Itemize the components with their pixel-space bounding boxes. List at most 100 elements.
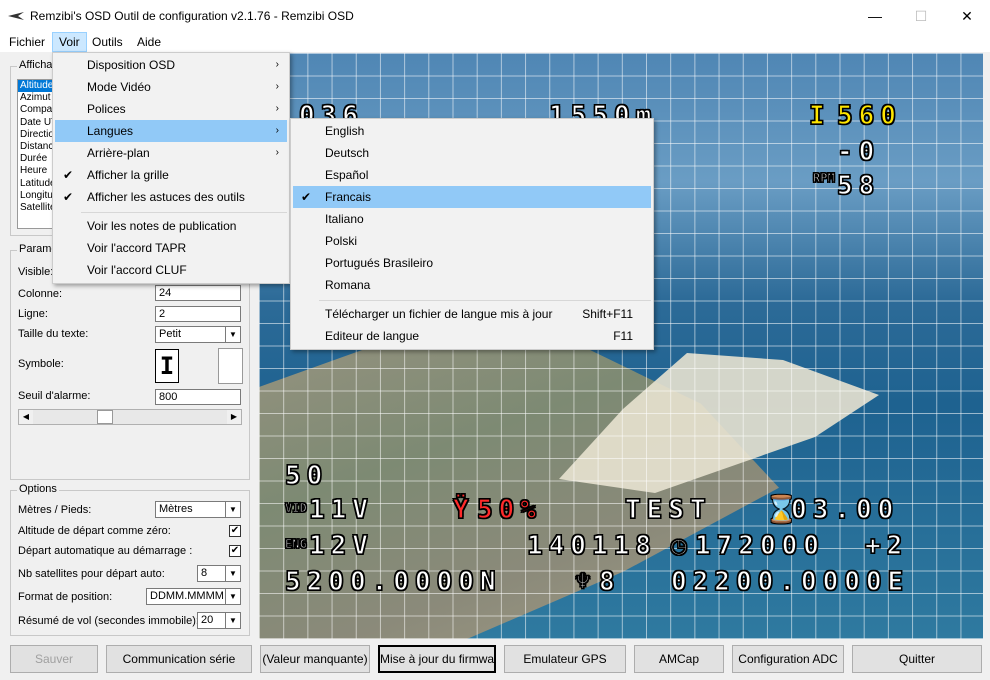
check-icon: ✔ [63, 168, 74, 182]
osd-rssi[interactable]: 50% [476, 494, 542, 525]
adc-config-button[interactable]: Configuration ADC [732, 645, 844, 673]
menu-item-label: Romana [325, 278, 371, 292]
menu-item-label: English [325, 124, 365, 138]
lang-portugues[interactable]: Portugués Brasileiro [293, 252, 651, 274]
menu-item-label: Español [325, 168, 369, 182]
alarm-slider[interactable]: ◀ ▶ [18, 409, 242, 425]
amcap-button[interactable]: AMCap [634, 645, 724, 673]
chevron-right-icon: › [275, 81, 279, 92]
alarm-input[interactable]: 800 [155, 389, 241, 405]
list-item[interactable]: Satellites [18, 202, 56, 214]
alt-zero-checkbox[interactable]: ✔ [229, 525, 241, 537]
resume-select[interactable]: 20 ▼ [197, 612, 241, 629]
textsize-select[interactable]: Petit ▼ [155, 326, 241, 343]
scroll-right-icon[interactable]: ▶ [227, 410, 241, 424]
units-select[interactable]: Mètres ▼ [155, 501, 241, 518]
firmware-update-button[interactable]: Mise à jour du firmware [378, 645, 496, 673]
osd-rate[interactable]: 58 [836, 170, 880, 201]
quit-button[interactable]: Quitter [852, 645, 982, 673]
save-button[interactable]: Sauver [10, 645, 98, 673]
lang-english[interactable]: English [293, 120, 651, 142]
altitude-icon[interactable]: I [808, 100, 831, 131]
sats-select[interactable]: 8 ▼ [197, 565, 241, 582]
osd-latitude[interactable]: 5200.0000N [284, 566, 502, 597]
menu-afficher-astuces[interactable]: ✔ Afficher les astuces des outils [55, 186, 287, 208]
list-item[interactable]: Longitude [18, 190, 56, 202]
menu-polices[interactable]: Polices › [55, 98, 287, 120]
list-item[interactable]: Durée [18, 153, 56, 165]
list-item[interactable]: Latitude [18, 178, 56, 190]
chevron-right-icon: › [275, 59, 279, 70]
symbol-label: Symbole: [18, 358, 64, 370]
scroll-left-icon[interactable]: ◀ [19, 410, 33, 424]
menu-fichier[interactable]: Fichier [3, 32, 51, 52]
menu-aide[interactable]: Aide [131, 32, 167, 52]
symbol-preview[interactable]: I [155, 349, 179, 383]
menu-item-label: Télécharger un fichier de langue mis à j… [325, 307, 553, 321]
osd-longitude[interactable]: 02200.0000E [670, 566, 909, 597]
osd-voltage-video[interactable]: 11V [308, 494, 374, 525]
lang-espanol[interactable]: Español [293, 164, 651, 186]
close-button[interactable]: ✕ [944, 0, 990, 32]
osd-vario[interactable]: -0 [836, 136, 880, 167]
minimize-button[interactable]: — [852, 0, 898, 32]
symbol-color-box[interactable] [218, 348, 243, 384]
chevron-down-icon: ▼ [225, 502, 240, 517]
list-item[interactable]: Date UTC [18, 117, 56, 129]
osd-time[interactable]: 172000 [694, 530, 825, 561]
slider-thumb[interactable] [97, 410, 113, 424]
menu-disposition-osd[interactable]: Disposition OSD › [55, 54, 287, 76]
gps-emulator-button[interactable]: Emulateur GPS [504, 645, 626, 673]
osd-voltage-engine[interactable]: 12V [308, 530, 374, 561]
alarm-label: Seuil d'alarme: [18, 390, 91, 402]
pos-format-select[interactable]: DDMM.MMMM ▼ [146, 588, 241, 605]
lang-francais[interactable]: ✔ Francais [293, 186, 651, 208]
menu-notes-publication[interactable]: Voir les notes de publication [55, 215, 287, 237]
app-plane-icon [8, 12, 24, 20]
osd-date[interactable]: 140118 [526, 530, 657, 561]
menu-item-label: Deutsch [325, 146, 370, 160]
row-input[interactable]: 2 [155, 306, 241, 322]
sats-label: Nb satellites pour départ auto: [18, 568, 165, 580]
menu-mode-video[interactable]: Mode Vidéo › [55, 76, 287, 98]
list-item[interactable]: Direction [18, 129, 56, 141]
menu-accord-tapr[interactable]: Voir l'accord TAPR [55, 237, 287, 259]
list-item[interactable]: Heure [18, 165, 56, 177]
osd-items-list[interactable]: Altitude Azimut Compas Date UTC Directio… [17, 79, 57, 229]
resume-value: 20 [201, 614, 214, 626]
serial-comm-button[interactable]: Communication série [106, 645, 252, 673]
menu-outils[interactable]: Outils [86, 32, 129, 52]
chevron-down-icon: ▼ [225, 327, 240, 342]
autostart-checkbox[interactable]: ✔ [229, 545, 241, 557]
lang-italiano[interactable]: Italiano [293, 208, 651, 230]
column-input[interactable]: 24 [155, 285, 241, 301]
lang-deutsch[interactable]: Deutsch [293, 142, 651, 164]
lang-editor[interactable]: Editeur de langue F11 [293, 325, 651, 347]
autostart-label: Départ automatique au démarrage : [18, 545, 193, 557]
menu-afficher-grille[interactable]: ✔ Afficher la grille [55, 164, 287, 186]
chevron-right-icon: › [275, 103, 279, 114]
list-item[interactable]: Compas [18, 104, 56, 116]
osd-sats[interactable]: 8 [598, 566, 621, 597]
list-item[interactable]: Distance [18, 141, 56, 153]
osd-battery[interactable]: 50 [284, 460, 328, 491]
osd-test[interactable]: TEST [624, 494, 712, 525]
menu-item-label: Polski [325, 234, 358, 248]
osd-altitude[interactable]: 560 [836, 100, 902, 131]
osd-timezone[interactable]: +2 [864, 530, 908, 561]
lang-romana[interactable]: Romana [293, 274, 651, 296]
osd-timer[interactable]: 03.00 [790, 494, 899, 525]
menu-arriere-plan[interactable]: Arrière-plan › [55, 142, 287, 164]
lang-download[interactable]: Télécharger un fichier de langue mis à j… [293, 303, 651, 325]
list-item[interactable]: Altitude [18, 80, 56, 93]
missing-value-button[interactable]: (Valeur manquante) [260, 645, 370, 673]
menu-item-label: Portugués Brasileiro [325, 256, 434, 270]
menu-accord-cluf[interactable]: Voir l'accord CLUF [55, 259, 287, 281]
maximize-button[interactable]: ☐ [898, 0, 944, 32]
units-label: Mètres / Pieds: [18, 504, 92, 516]
list-item[interactable]: Azimut [18, 92, 56, 104]
units-value: Mètres [159, 503, 193, 515]
menu-langues[interactable]: Langues › [55, 120, 287, 142]
menu-voir[interactable]: Voir [52, 32, 87, 52]
lang-polski[interactable]: Polski [293, 230, 651, 252]
